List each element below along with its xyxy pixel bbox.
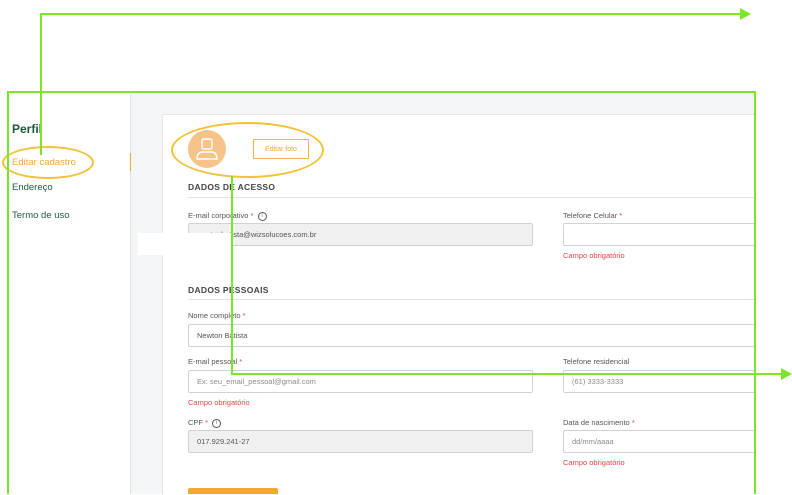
birth-date-field[interactable]: dd/mm/aaaa [563,430,755,453]
info-icon[interactable]: i [257,211,267,221]
section-title-personal: DADOS PESSOAIS [188,285,269,295]
cpf-field[interactable]: 017.929.241-27 [188,430,533,453]
annotation-frame [7,91,9,494]
info-icon[interactable]: i [212,418,222,428]
annotation-connector [40,13,743,15]
sidebar-item-termo-de-uso[interactable]: Termo de uso [12,210,70,221]
annotation-frame [754,91,756,494]
birth-date-label: Data de nascimento * [563,418,635,427]
section-divider [188,197,755,198]
cell-phone-field[interactable] [563,223,755,246]
highlight-ellipse [2,146,94,179]
corporate-email-field[interactable]: newtonbatista@wizsolucoes.com.br [188,223,533,246]
annotation-connector [231,373,787,375]
annotation-frame [7,91,756,93]
section-divider [188,299,755,300]
arrow-right-icon [740,8,751,20]
corporate-email-label: E-mail corporativo * i [188,211,267,221]
cell-phone-label: Telefone Celular * [563,211,623,220]
home-phone-label: Telefone residencial [563,357,630,366]
cpf-label: CPF * i [188,418,222,428]
sidebar-item-endereco[interactable]: Endereço [12,182,53,193]
sidebar-title: Perfil [12,122,43,136]
full-name-label: Nome completo * [188,311,246,320]
save-button[interactable] [188,488,278,494]
annotation-connector [40,13,42,155]
full-name-field[interactable]: Newton Batista [188,324,755,347]
redaction-block [138,233,233,255]
personal-email-error: Campo obrigatório [188,398,250,407]
personal-email-label: E-mail pessoal * [188,357,243,366]
arrow-right-icon [781,368,792,380]
annotation-connector [231,176,233,375]
birth-date-error: Campo obrigatório [563,458,625,467]
cell-phone-error: Campo obrigatório [563,251,625,260]
highlight-ellipse [171,122,324,178]
